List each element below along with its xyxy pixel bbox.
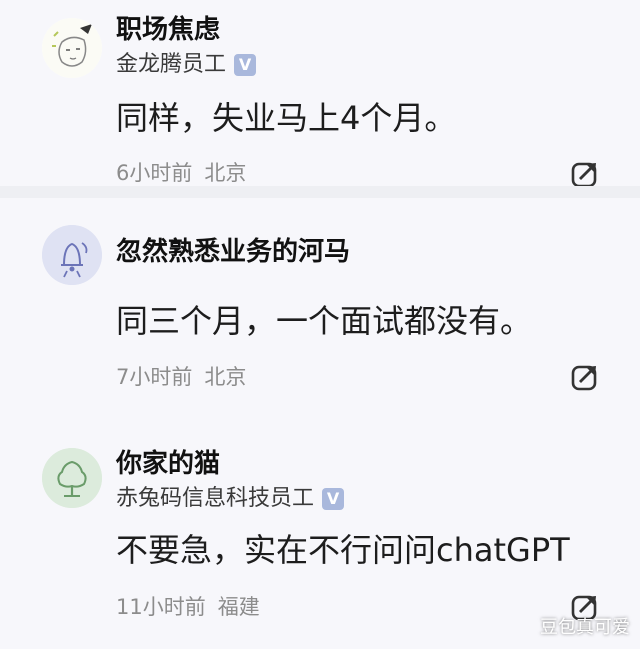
comment-meta: 6小时前 北京	[116, 160, 246, 186]
share-arrow-icon[interactable]	[570, 159, 600, 189]
username[interactable]: 你家的猫	[116, 448, 220, 480]
comment-text: 不要急，实在不行问问chatGPT	[116, 531, 570, 569]
sketch-avatar-icon[interactable]	[42, 18, 102, 78]
username[interactable]: 职场焦虑	[116, 14, 220, 46]
comment-item: 忽然熟悉业务的河马 同三个月，一个面试都没有。 7小时前 北京	[0, 198, 640, 410]
comment-time: 11小时前	[116, 595, 206, 619]
username[interactable]: 忽然熟悉业务的河马	[116, 236, 350, 268]
comment-location: 福建	[217, 595, 260, 619]
section-divider	[0, 186, 640, 198]
comment-location: 北京	[204, 365, 247, 389]
tree-avatar-icon[interactable]	[42, 448, 102, 508]
comment-text: 同三个月，一个面试都没有。	[116, 302, 533, 340]
comment-location: 北京	[204, 161, 247, 185]
organization-label: 金龙腾员工	[116, 52, 227, 77]
comment-meta: 7小时前 北京	[116, 364, 246, 390]
comment-meta: 11小时前 福建	[116, 594, 260, 620]
organization-line: 金龙腾员工 V	[116, 51, 257, 79]
organization-line: 赤兔码信息科技员工 V	[116, 485, 345, 513]
comment-time: 7小时前	[116, 365, 193, 389]
comment-text: 同样，失业马上4个月。	[116, 99, 457, 137]
verified-badge-icon: V	[234, 54, 257, 76]
share-arrow-icon[interactable]	[570, 362, 600, 392]
comment-time: 6小时前	[116, 161, 193, 185]
organization-label: 赤兔码信息科技员工	[116, 486, 315, 511]
verified-badge-icon: V	[322, 488, 345, 510]
watermark: 豆包真可爱	[540, 617, 630, 638]
comment-item: 职场焦虑 金龙腾员工 V 同样，失业马上4个月。 6小时前 北京	[0, 0, 640, 189]
bell-avatar-icon[interactable]	[42, 225, 102, 285]
comment-list: 职场焦虑 金龙腾员工 V 同样，失业马上4个月。 6小时前 北京 忽然熟悉业务的…	[0, 0, 640, 649]
